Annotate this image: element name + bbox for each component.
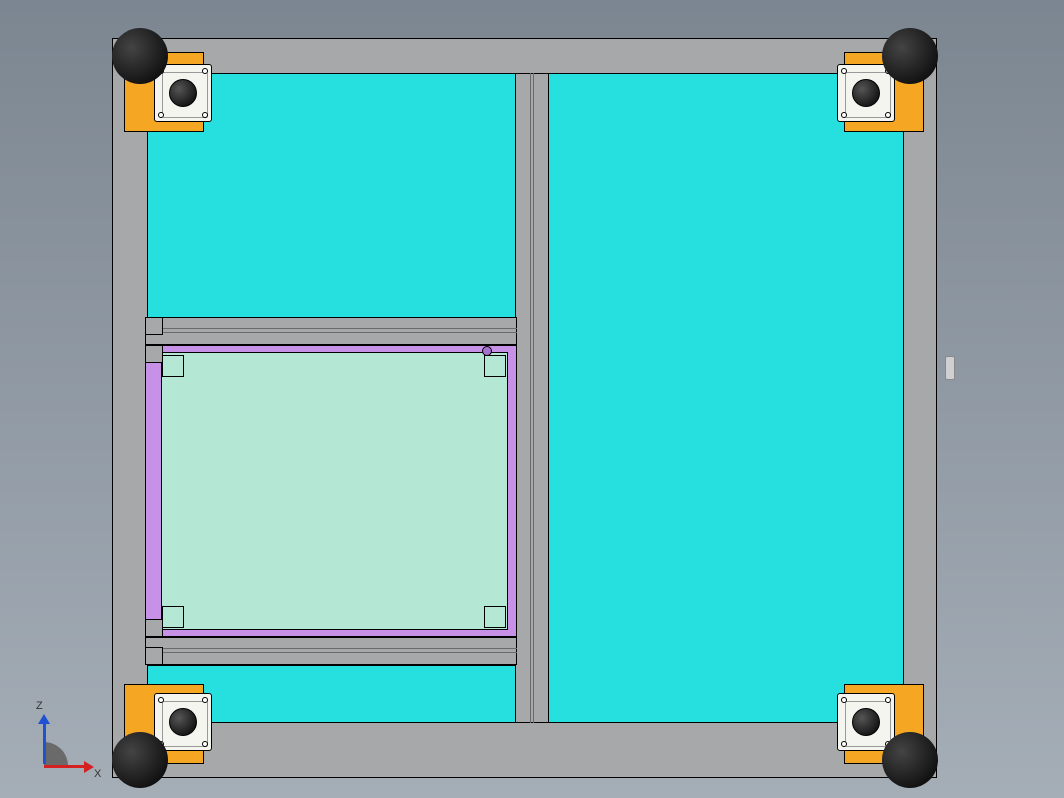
- foot-sphere-bottom-right: [882, 732, 938, 788]
- axis-z-arrow-icon: [38, 714, 50, 724]
- horizontal-beam-lower-slot: [145, 648, 517, 653]
- bolt-hole: [841, 112, 847, 118]
- bolt-hole: [202, 68, 208, 74]
- bolt-hole: [841, 697, 847, 703]
- side-notch: [145, 317, 163, 335]
- axis-y-indicator: [44, 742, 68, 766]
- motor-shaft: [852, 708, 880, 736]
- foot-sphere-top-right: [882, 28, 938, 84]
- motor-plate-top-left: [154, 64, 212, 122]
- axis-x-arrow-icon: [84, 761, 94, 773]
- side-notch: [145, 345, 163, 363]
- motor-shaft: [852, 79, 880, 107]
- bolt-hole: [885, 697, 891, 703]
- bolt-hole: [841, 741, 847, 747]
- motor-plate-top-right: [837, 64, 895, 122]
- cyan-panel-right: [547, 73, 904, 723]
- motor-plate-bottom-right: [837, 693, 895, 751]
- horizontal-beam-upper-slot: [145, 328, 517, 333]
- mount-square-bl: [162, 606, 184, 628]
- axis-x-line: [44, 765, 86, 768]
- axis-z-label: Z: [36, 700, 43, 712]
- motor-shaft: [169, 708, 197, 736]
- light-green-plate: [161, 352, 508, 630]
- bolt-hole: [885, 112, 891, 118]
- bolt-hole: [841, 68, 847, 74]
- edge-connector: [945, 356, 955, 380]
- bolt-hole: [158, 697, 164, 703]
- bolt-hole: [158, 112, 164, 118]
- mount-square-tl: [162, 355, 184, 377]
- cad-model-view[interactable]: [112, 28, 937, 788]
- motor-plate-bottom-left: [154, 693, 212, 751]
- mount-square-br: [484, 606, 506, 628]
- axis-x-label: X: [94, 768, 101, 780]
- motor-shaft: [169, 79, 197, 107]
- bolt-hole: [202, 112, 208, 118]
- foot-sphere-bottom-left: [112, 732, 168, 788]
- side-notch: [145, 619, 163, 637]
- bolt-hole: [202, 697, 208, 703]
- bolt-hole: [202, 741, 208, 747]
- side-notch: [145, 647, 163, 665]
- axis-triad[interactable]: X Z: [16, 702, 96, 782]
- foot-sphere-top-left: [112, 28, 168, 84]
- vertical-divider-slot: [530, 73, 534, 723]
- mount-square-tr: [484, 355, 506, 377]
- axis-z-line: [43, 722, 46, 764]
